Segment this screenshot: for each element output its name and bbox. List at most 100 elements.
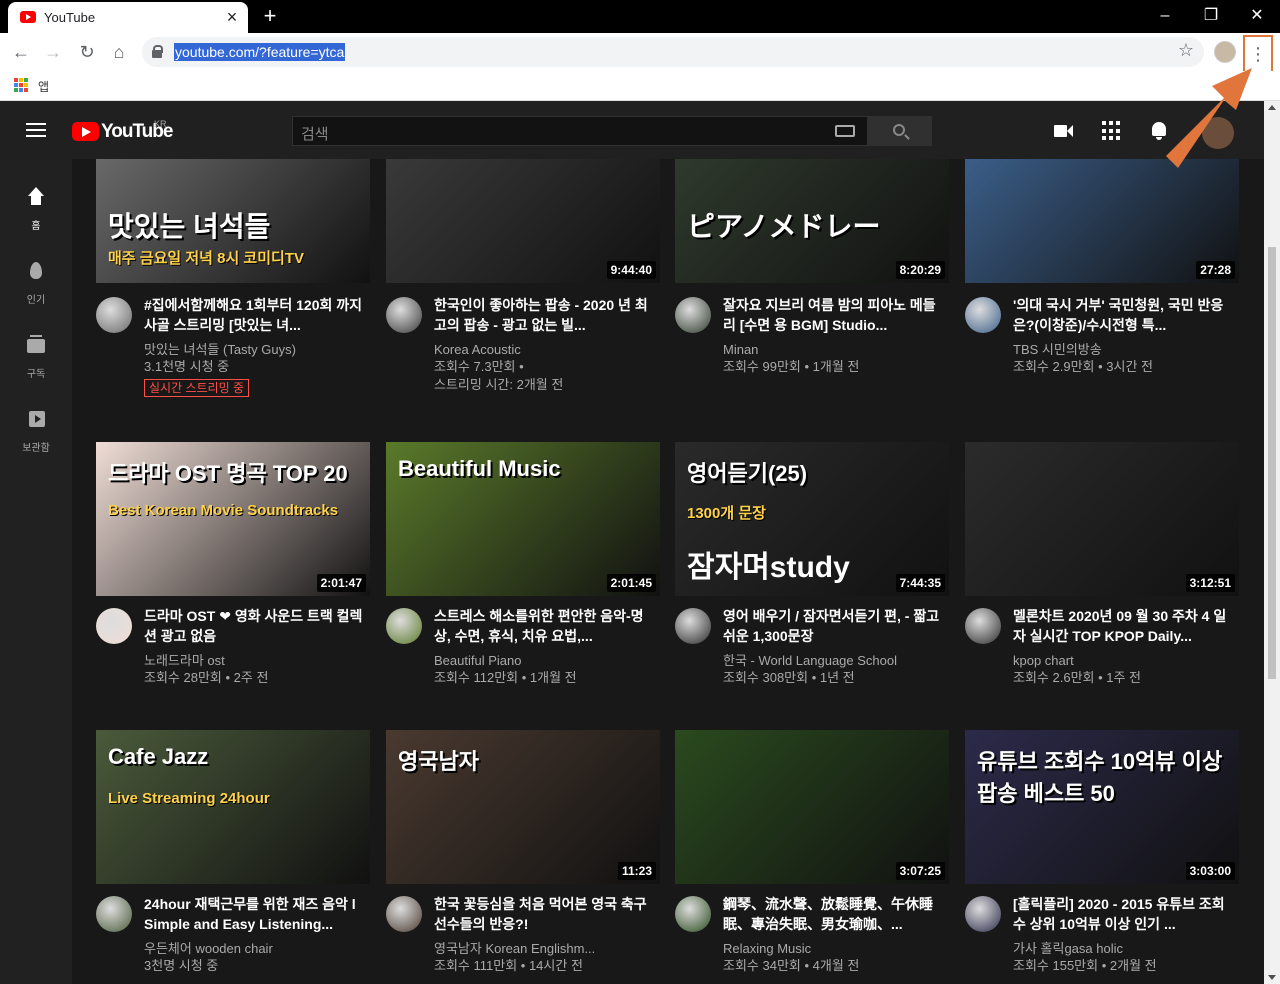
video-title[interactable]: [홀릭플리] 2020 - 2015 유튜브 조회수 상위 10억뷰 이상 인기…: [1013, 894, 1233, 934]
video-title[interactable]: 영어 배우기 / 잠자면서듣기 편, - 짧고 쉬운 1,300문장: [723, 606, 943, 646]
channel-name[interactable]: 노래드라마 ost: [144, 652, 364, 670]
video-card[interactable]: 유튜브 조회수 10억뷰 이상 팝송 베스트 50 3:03:00 [홀릭플리] 2…: [965, 730, 1239, 984]
sidebar-item-home[interactable]: 홈: [0, 167, 72, 241]
video-stats: 조회수 112만회 • 1개월 전: [434, 670, 577, 685]
back-button[interactable]: ←: [8, 39, 34, 65]
channel-name[interactable]: 맛있는 녀석들 (Tasty Guys): [144, 341, 364, 359]
video-card[interactable]: 3:12:51 멜론차트 2020년 09 월 30 주차 4 일자 실시간 TO…: [965, 442, 1239, 702]
video-card[interactable]: 드라마 OST 명곡 TOP 20 Best Korean Movie Sound…: [96, 442, 370, 702]
video-thumbnail[interactable]: Beautiful Music 2:01:45: [386, 442, 660, 596]
logo-region: KR: [154, 119, 167, 129]
video-thumbnail[interactable]: 드라마 OST 명곡 TOP 20 Best Korean Movie Sound…: [96, 442, 370, 596]
keyboard-icon[interactable]: [835, 125, 855, 137]
thumbnail-subcaption: 잠자며study: [687, 551, 850, 584]
search-input[interactable]: 검색: [292, 116, 868, 146]
video-card[interactable]: 9:44:40 한국인이 좋아하는 팝송 - 2020 년 최고의 팝송 - 광고…: [386, 159, 660, 419]
video-title[interactable]: 한국 꽃등심을 처음 먹어본 영국 축구선수들의 반응?!: [434, 894, 654, 934]
browser-titlebar: YouTube × + – ❐ ✕: [0, 0, 1280, 33]
video-thumbnail[interactable]: 유튜브 조회수 10억뷰 이상 팝송 베스트 50 3:03:00: [965, 730, 1239, 884]
address-bar[interactable]: youtube.com/?feature=ytca ☆: [142, 37, 1204, 67]
channel-avatar[interactable]: [96, 608, 132, 644]
close-window-button[interactable]: ✕: [1242, 4, 1272, 28]
video-card[interactable]: 영어듣기(25) 1300개 문장 잠자며study 7:44:35 영어 배우기 / …: [675, 442, 949, 702]
video-title[interactable]: 멜론차트 2020년 09 월 30 주차 4 일자 실시간 TOP KPOP …: [1013, 606, 1233, 646]
browser-tab[interactable]: YouTube ×: [8, 2, 248, 33]
channel-name[interactable]: 한국 - World Language School: [723, 652, 943, 670]
sidebar-item-trending[interactable]: 인기: [0, 241, 72, 315]
apps-icon[interactable]: [1102, 121, 1122, 141]
minimize-button[interactable]: –: [1150, 4, 1180, 28]
video-title[interactable]: 스트레스 해소를위한 편안한 음악-명상, 수면, 휴식, 치유 요법,...: [434, 606, 654, 646]
create-video-icon[interactable]: [1054, 121, 1074, 141]
video-thumbnail[interactable]: 3:07:25: [675, 730, 949, 884]
channel-avatar[interactable]: [386, 608, 422, 644]
page-scrollbar[interactable]: [1264, 101, 1280, 984]
video-title[interactable]: 24hour 재택근무를 위한 재즈 음악 l Simple and Easy …: [144, 894, 364, 934]
video-card[interactable]: 맛있는 녀석들 매주 금요일 저녁 8시 코미디TV #집에서함께해요 1회부터 1…: [96, 159, 370, 419]
channel-avatar[interactable]: [675, 608, 711, 644]
account-avatar[interactable]: [1202, 117, 1234, 149]
channel-avatar[interactable]: [965, 608, 1001, 644]
reload-button[interactable]: ↻: [74, 39, 100, 65]
video-card[interactable]: 27:28 '의대 국시 거부' 국민청원, 국민 반응은?(이창준)/수시전형 …: [965, 159, 1239, 419]
video-title[interactable]: '의대 국시 거부' 국민청원, 국민 반응은?(이창준)/수시전형 특...: [1013, 295, 1233, 335]
channel-avatar[interactable]: [386, 896, 422, 932]
channel-name[interactable]: Beautiful Piano: [434, 652, 654, 670]
video-title[interactable]: 잘자요 지브리 여름 밤의 피아노 메들리 [수면 용 BGM] Studio.…: [723, 295, 943, 335]
video-thumbnail[interactable]: 영어듣기(25) 1300개 문장 잠자며study 7:44:35: [675, 442, 949, 596]
video-card[interactable]: ピアノメドレー 8:20:29 잘자요 지브리 여름 밤의 피아노 메들리 [수면 …: [675, 159, 949, 419]
channel-name[interactable]: kpop chart: [1013, 652, 1233, 670]
channel-avatar[interactable]: [96, 297, 132, 333]
channel-name[interactable]: Minan: [723, 341, 943, 359]
apps-label[interactable]: 앱: [38, 78, 49, 95]
maximize-button[interactable]: ❐: [1196, 4, 1226, 28]
channel-name[interactable]: 영국남자 Korean Englishm...: [434, 940, 654, 958]
video-thumbnail[interactable]: 27:28: [965, 159, 1239, 283]
channel-name[interactable]: 우든체어 wooden chair: [144, 940, 364, 958]
channel-name[interactable]: Relaxing Music: [723, 940, 943, 958]
video-thumbnail[interactable]: 3:12:51: [965, 442, 1239, 596]
video-card[interactable]: 3:07:25 鋼琴、流水聲、放鬆睡覺、午休睡眠、專治失眠、男女瑜咖、... Rel…: [675, 730, 949, 984]
channel-avatar[interactable]: [96, 896, 132, 932]
video-card[interactable]: 영국남자 11:23 한국 꽃등심을 처음 먹어본 영국 축구선수들의 반응?! 영국…: [386, 730, 660, 984]
video-duration: 11:23: [617, 862, 656, 880]
video-thumbnail[interactable]: ピアノメドレー 8:20:29: [675, 159, 949, 283]
video-thumbnail[interactable]: Cafe Jazz Live Streaming 24hour: [96, 730, 370, 884]
notifications-bell-icon[interactable]: [1150, 121, 1170, 141]
channel-name[interactable]: 가사 홀릭gasa holic: [1013, 940, 1233, 958]
lock-icon[interactable]: [152, 45, 163, 58]
scroll-up-icon[interactable]: [1268, 105, 1276, 110]
bookmark-star-icon[interactable]: ☆: [1178, 40, 1194, 61]
profile-avatar[interactable]: [1214, 41, 1236, 63]
video-thumbnail[interactable]: 영국남자 11:23: [386, 730, 660, 884]
video-card[interactable]: Beautiful Music 2:01:45 스트레스 해소를위한 편안한 음악-…: [386, 442, 660, 702]
video-title[interactable]: 드라마 OST ❤ 영화 사운드 트랙 컬렉션 광고 없음: [144, 606, 364, 646]
browser-menu-button[interactable]: ⋮: [1243, 35, 1273, 75]
video-title[interactable]: 한국인이 좋아하는 팝송 - 2020 년 최고의 팝송 - 광고 없는 빌..…: [434, 295, 654, 335]
channel-name[interactable]: TBS 시민의방송: [1013, 341, 1233, 359]
thumbnail-subcaption: Live Streaming 24hour: [108, 790, 270, 807]
menu-icon[interactable]: [26, 123, 46, 137]
sidebar-item-library[interactable]: 보관함: [0, 389, 72, 463]
video-thumbnail[interactable]: 9:44:40: [386, 159, 660, 283]
video-title[interactable]: #집에서함께해요 1회부터 120회 까지 사골 스트리밍 [맛있는 녀...: [144, 295, 364, 335]
video-title[interactable]: 鋼琴、流水聲、放鬆睡覺、午休睡眠、專治失眠、男女瑜咖、...: [723, 894, 943, 934]
new-tab-button[interactable]: +: [258, 4, 282, 28]
apps-grid-icon[interactable]: [14, 78, 28, 92]
channel-avatar[interactable]: [675, 297, 711, 333]
sidebar-item-subscriptions[interactable]: 구독: [0, 315, 72, 389]
channel-avatar[interactable]: [965, 297, 1001, 333]
video-thumbnail[interactable]: 맛있는 녀석들 매주 금요일 저녁 8시 코미디TV: [96, 159, 370, 283]
scroll-thumb[interactable]: [1268, 247, 1276, 679]
channel-name[interactable]: Korea Acoustic: [434, 341, 654, 359]
video-card[interactable]: Cafe Jazz Live Streaming 24hour 24hour 재택근…: [96, 730, 370, 984]
channel-avatar[interactable]: [675, 896, 711, 932]
channel-avatar[interactable]: [965, 896, 1001, 932]
search-button[interactable]: [868, 116, 932, 146]
channel-avatar[interactable]: [386, 297, 422, 333]
url-text[interactable]: youtube.com/?feature=ytca: [174, 43, 346, 61]
scroll-down-icon[interactable]: [1268, 975, 1276, 980]
home-button[interactable]: ⌂: [106, 39, 132, 65]
forward-button[interactable]: →: [40, 39, 66, 65]
close-tab-icon[interactable]: ×: [222, 7, 242, 27]
